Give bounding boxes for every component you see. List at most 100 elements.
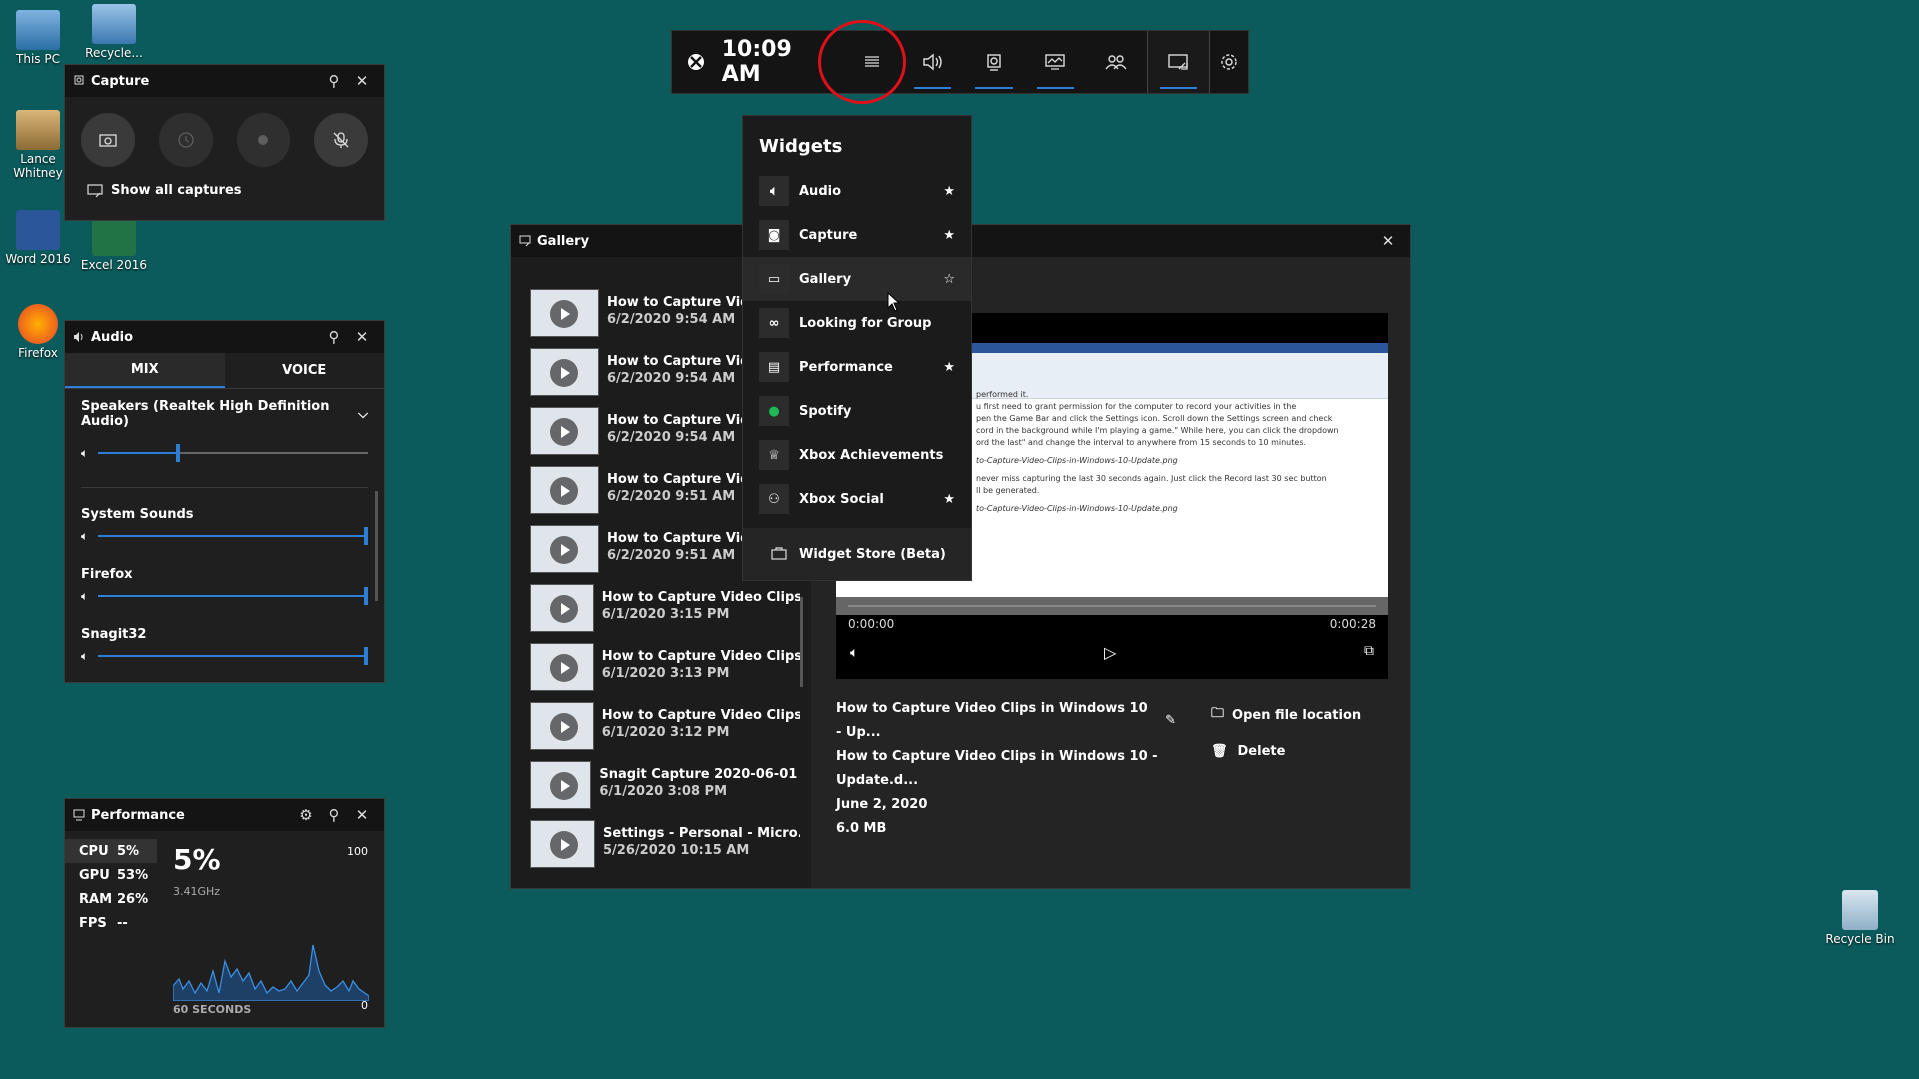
widget-menu-item-gallery[interactable]: ▭ Gallery ☆ [743,257,971,301]
delete-button[interactable]: 🗑 Delete [1211,733,1361,769]
document-line: to-Capture-Video-Clips-in-Windows-10-Upd… [976,504,1178,513]
snagit-volume-slider[interactable] [98,647,368,665]
close-icon[interactable]: ✕ [348,328,376,346]
open-file-location-button[interactable]: 🗀 Open file location [1211,697,1361,733]
xbox-button[interactable] [672,31,720,93]
capture-icon: ◙ [759,220,789,250]
gallery-item-date: 6/1/2020 3:08 PM [599,784,728,799]
widget-menu-item-xbox-achievements[interactable]: ♕ Xbox Achievements [743,433,971,477]
play-icon [550,595,578,623]
audio-widget-button[interactable] [902,31,963,93]
widget-menu-item-xbox-social[interactable]: ⚇ Xbox Social ★ [743,477,971,521]
thumbnail [530,702,594,750]
stat-gpu[interactable]: GPU 53% [65,863,157,887]
widget-menu-item-audio[interactable]: 🔈︎ Audio ★ [743,169,971,213]
play-icon[interactable]: ▷ [1104,643,1116,662]
xbox-icon [687,54,704,70]
performance-widget-button[interactable] [1025,31,1086,93]
start-recording-button[interactable] [236,113,291,167]
options-icon[interactable]: ⚙ [292,806,320,824]
stat-cpu[interactable]: CPU 5% [65,839,157,863]
gallery-list-item[interactable]: How to Capture Video Clips... 6/1/2020 3… [530,702,800,752]
favorite-star-icon[interactable]: ☆ [943,272,955,287]
firefox-icon [18,304,58,344]
audio-titlebar[interactable]: Audio ⚲ ✕ [65,321,384,353]
settings-button[interactable] [1210,31,1248,93]
play-icon [550,713,578,741]
output-device-select[interactable]: Speakers (Realtek High Definition Audio)… [65,389,384,439]
thumbnail [530,584,594,632]
desktop-icon-excel[interactable]: Excel 2016 [76,216,152,272]
gallery-list-item[interactable]: How to Capture Video Clips... 6/1/2020 3… [530,643,800,693]
volume-icon[interactable]: 🔈︎ [850,645,858,661]
widget-menu-item-looking-for-group[interactable]: ∞ Looking for Group [743,301,971,345]
speaker-icon [923,53,942,71]
widget-menu-item-label: Capture [799,227,858,243]
desktop-icon-label: Recycle Bin [1825,932,1895,946]
capture-widget-button[interactable] [963,31,1024,93]
gallery-item-date: 6/1/2020 3:13 PM [601,666,730,681]
edit-icon[interactable]: ✎ [1165,709,1176,733]
mic-toggle-button[interactable] [314,113,368,167]
favorite-star-icon[interactable]: ★ [943,360,955,375]
close-icon[interactable]: ✕ [1374,232,1402,250]
gallery-list-item[interactable]: Settings - Personal - Micro... 5/26/2020… [530,820,800,870]
gallery-list-item[interactable]: Snagit Capture 2020-06-01 1... 6/1/2020 … [530,761,800,811]
gallery-item-date: 6/1/2020 3:12 PM [601,725,730,740]
firefox-volume-slider[interactable] [98,587,368,605]
capture-filename: How to Capture Video Clips in Windows 10… [836,749,1158,788]
tab-voice[interactable]: VOICE [225,353,385,388]
tab-mix[interactable]: MIX [65,353,225,388]
system-sounds-slider[interactable] [98,527,368,545]
desktop-icon-label: Word 2016 [5,252,71,266]
close-icon[interactable]: ✕ [348,806,376,824]
fullscreen-icon[interactable]: ⧉ [1364,643,1374,659]
delete-label: Delete [1237,743,1286,759]
seek-bar[interactable] [848,605,1376,607]
widget-menu-item-spotify[interactable]: ● Spotify [743,389,971,433]
capture-titlebar[interactable]: Capture ⚲ ✕ [65,65,384,97]
desktop-icon-recycle[interactable]: Recycle... [76,4,152,60]
document-line: u first need to grant permission for the… [976,402,1297,411]
close-icon[interactable]: ✕ [348,72,376,90]
stat-value: 26% [117,891,149,907]
snagit-volume-row: 🔈︎ [65,642,384,670]
mouse-cursor [887,292,901,312]
record-last-30-button[interactable] [158,113,213,167]
favorite-star-icon[interactable]: ★ [943,492,955,507]
pin-icon[interactable]: ⚲ [320,328,348,346]
desktop-icon-this-pc[interactable]: This PC [0,10,76,66]
audio-scrollbar[interactable] [375,491,378,601]
widgets-menu: Widgets 🔈︎ Audio ★ ◙ Capture ★ ▭ Gallery ☆… [742,115,972,581]
gallery-widget-button[interactable] [1147,31,1209,93]
gallery-item-date: 6/1/2020 3:15 PM [601,607,730,622]
firefox-volume-row: 🔈︎ [65,582,384,610]
performance-titlebar[interactable]: Performance ⚙ ⚲ ✕ [65,799,384,831]
stat-fps[interactable]: FPS -- [65,911,157,935]
favorite-star-icon[interactable]: ★ [943,184,955,199]
gallery-list-item[interactable]: How to Capture Video Clips... 6/1/2020 3… [530,584,800,634]
capture-name: How to Capture Video Clips in Windows 10… [836,701,1148,740]
pin-icon[interactable]: ⚲ [320,72,348,90]
pin-icon[interactable]: ⚲ [320,806,348,824]
chart-window-label: 60 SECONDS [173,1003,252,1016]
performance-widget: Performance ⚙ ⚲ ✕ CPU 5% GPU 53% RAM 26% FP… [64,798,385,1028]
desktop-icon-recycle-bin[interactable]: Recycle Bin [1822,890,1898,946]
xbox-social-button[interactable] [1086,31,1147,93]
favorite-star-icon[interactable]: ★ [943,228,955,243]
widget-store-button[interactable]: Widget Store (Beta) [743,528,971,580]
gallery-scrollbar[interactable] [800,597,803,687]
stat-ram[interactable]: RAM 26% [65,887,157,911]
widget-menu-item-performance[interactable]: ▤ Performance ★ [743,345,971,389]
stat-label: RAM [79,891,113,907]
binoculars-icon: ∞ [759,308,789,338]
master-volume-slider[interactable] [98,444,368,462]
screenshot-button[interactable] [81,113,135,167]
desktop-icon-label: Recycle... [85,46,143,60]
widget-menu-item-capture[interactable]: ◙ Capture ★ [743,213,971,257]
performance-icon [1045,54,1065,70]
time-start: 0:00:00 [848,617,895,631]
stat-value: 53% [117,867,149,883]
widget-menu-item-label: Spotify [799,403,852,419]
show-all-captures-link[interactable]: Show all captures [65,167,384,214]
